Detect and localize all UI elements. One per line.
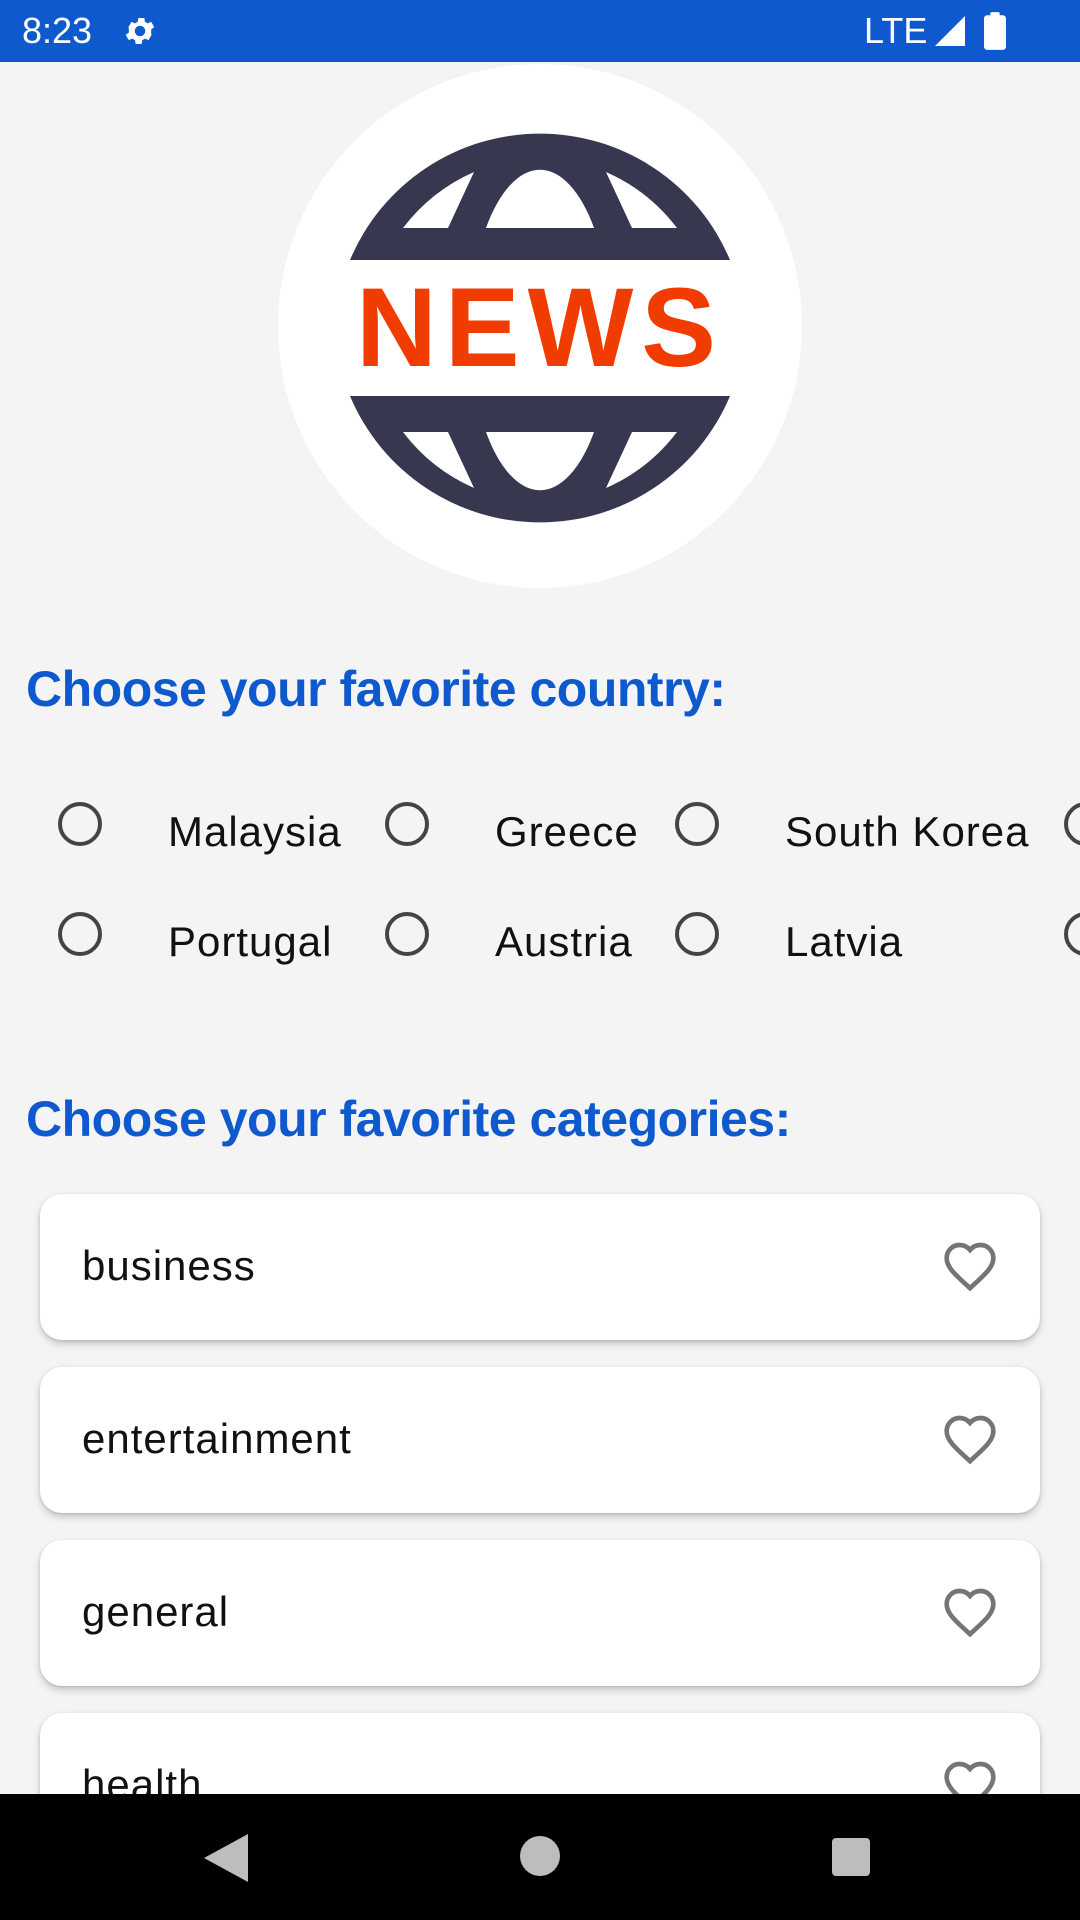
home-icon[interactable]	[520, 1836, 560, 1876]
category-label: business	[82, 1242, 256, 1289]
category-card-business[interactable]: business	[40, 1194, 1040, 1340]
category-label: general	[82, 1588, 230, 1635]
heart-outline-icon[interactable]	[942, 1240, 998, 1292]
status-bar: 8:23 LTE	[0, 0, 1080, 62]
gear-icon	[125, 17, 155, 45]
radio-label: Greece	[495, 808, 639, 855]
recents-icon[interactable]	[832, 1838, 870, 1876]
radio-label: Portugal	[168, 918, 333, 965]
network-type: LTE	[864, 10, 928, 51]
logo-text: NEWS	[356, 265, 724, 390]
back-icon[interactable]	[204, 1834, 248, 1882]
radio-button-icon[interactable]	[58, 912, 102, 956]
status-time: 8:23	[22, 10, 93, 51]
country-radio-group: Malaysia Greece South Korea Portugal Aus…	[0, 800, 1080, 980]
category-card-entertainment[interactable]: entertainment	[40, 1367, 1040, 1513]
globe-icon: NEWS	[338, 133, 742, 523]
battery-icon	[984, 12, 1006, 50]
radio-label: Austria	[495, 918, 633, 965]
radio-button-icon[interactable]	[385, 912, 429, 956]
news-logo: NEWS	[278, 64, 802, 588]
categories-section-title: Choose your favorite categories:	[26, 1091, 791, 1147]
signal-icon	[935, 16, 965, 46]
system-nav-bar	[0, 1794, 1080, 1920]
radio-label: South Korea	[785, 808, 1030, 855]
category-card-general[interactable]: general	[40, 1540, 1040, 1686]
heart-outline-icon[interactable]	[942, 1413, 998, 1465]
radio-button-icon[interactable]	[675, 802, 719, 846]
radio-button-icon[interactable]	[385, 802, 429, 846]
radio-button-icon[interactable]	[1064, 912, 1080, 956]
radio-button-icon[interactable]	[1064, 802, 1080, 846]
heart-outline-icon[interactable]	[942, 1586, 998, 1638]
radio-button-icon[interactable]	[675, 912, 719, 956]
country-section-title: Choose your favorite country:	[26, 661, 726, 717]
radio-label: Latvia	[785, 918, 904, 965]
category-label: entertainment	[82, 1415, 352, 1462]
radio-button-icon[interactable]	[58, 802, 102, 846]
radio-label: Malaysia	[168, 808, 342, 855]
